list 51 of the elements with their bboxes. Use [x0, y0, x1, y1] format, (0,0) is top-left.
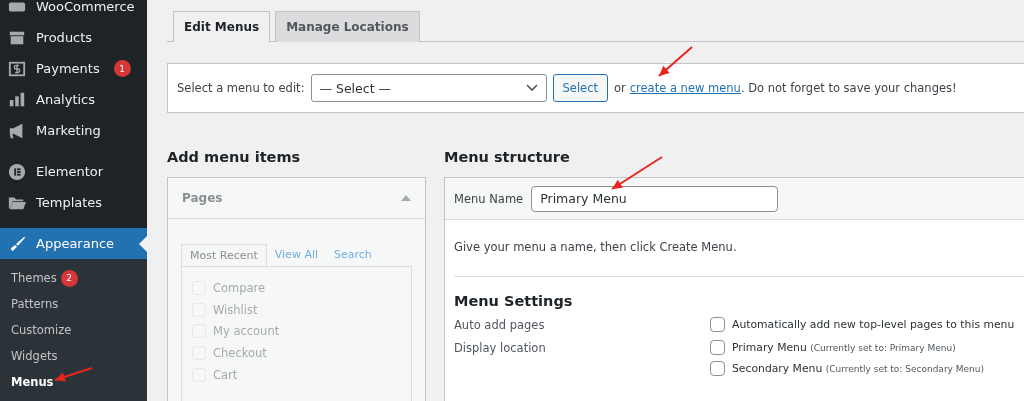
- sidebar-item[interactable]: Elementor: [0, 156, 147, 187]
- sidebar-item[interactable]: Templates: [0, 187, 147, 218]
- create-menu-link[interactable]: create a new menu: [629, 81, 741, 95]
- submenu-item[interactable]: Menus: [0, 369, 147, 395]
- page-label: Compare: [213, 280, 266, 295]
- sidebar-item[interactable]: Analytics: [0, 84, 147, 115]
- page-label: Cart: [213, 367, 238, 382]
- arrow-annotation: [54, 367, 93, 382]
- sidebar-item[interactable]: Appearance: [0, 228, 147, 259]
- sidebar-item[interactable]: WooCommerce: [0, 0, 147, 22]
- checkbox[interactable]: [710, 317, 725, 332]
- bars-icon: [8, 90, 26, 109]
- save-reminder-text: . Do not forget to save your changes!: [740, 81, 957, 95]
- page-label: Wishlist: [213, 302, 258, 317]
- arrow-annotation: [611, 156, 663, 190]
- brush-icon: [8, 234, 26, 253]
- option-label: Automatically add new top-level pages to this menu: [732, 318, 1015, 331]
- option-label: Primary Menu (Currently set to: Primary Menu): [732, 341, 956, 354]
- count-badge: 1: [113, 60, 131, 77]
- field-label: Menu Name: [454, 191, 524, 206]
- menu-name-field[interactable]: Primary Menu: [531, 185, 779, 212]
- arrow-annotation: [658, 46, 693, 77]
- option-label: Secondary Menu (Currently set to: Secondary Menu): [732, 362, 984, 375]
- sidebar-item[interactable]: Payments 1: [0, 53, 147, 84]
- setting-label: Auto add pages: [454, 317, 546, 332]
- elementor-icon: [8, 162, 26, 181]
- tab[interactable]: Edit Menus: [173, 11, 271, 42]
- settings-heading: Menu Settings: [454, 293, 574, 309]
- menu-dropdown[interactable]: — Select —: [310, 74, 547, 102]
- setting-label: Display location: [454, 340, 547, 357]
- submenu-item[interactable]: Customize: [0, 317, 147, 343]
- submenu-item[interactable]: Widgets: [0, 343, 147, 369]
- hint-text: Give your menu a name, then click Create Menu.: [454, 240, 738, 254]
- count-badge: 2: [60, 269, 78, 287]
- checkbox[interactable]: [710, 340, 725, 355]
- section-heading: Add menu items: [167, 149, 302, 165]
- page-label: Checkout: [213, 345, 267, 360]
- select-label: Select a menu to edit:: [177, 81, 305, 95]
- section-heading: Menu structure: [444, 149, 571, 165]
- tab[interactable]: Manage Locations: [275, 11, 420, 42]
- page-label: My account: [213, 324, 280, 339]
- checkbox[interactable]: [710, 361, 725, 376]
- chevron-down-icon: [525, 84, 538, 92]
- select-button[interactable]: Select: [552, 74, 608, 102]
- submenu-item[interactable]: Patterns: [0, 291, 147, 317]
- sidebar-item[interactable]: Marketing: [0, 115, 147, 146]
- dollar-icon: [8, 59, 26, 78]
- collapse-icon[interactable]: [401, 195, 411, 201]
- submenu-item[interactable]: Themes 2: [0, 265, 147, 291]
- sidebar-item[interactable]: Products: [0, 22, 147, 53]
- or-text: or: [614, 81, 626, 95]
